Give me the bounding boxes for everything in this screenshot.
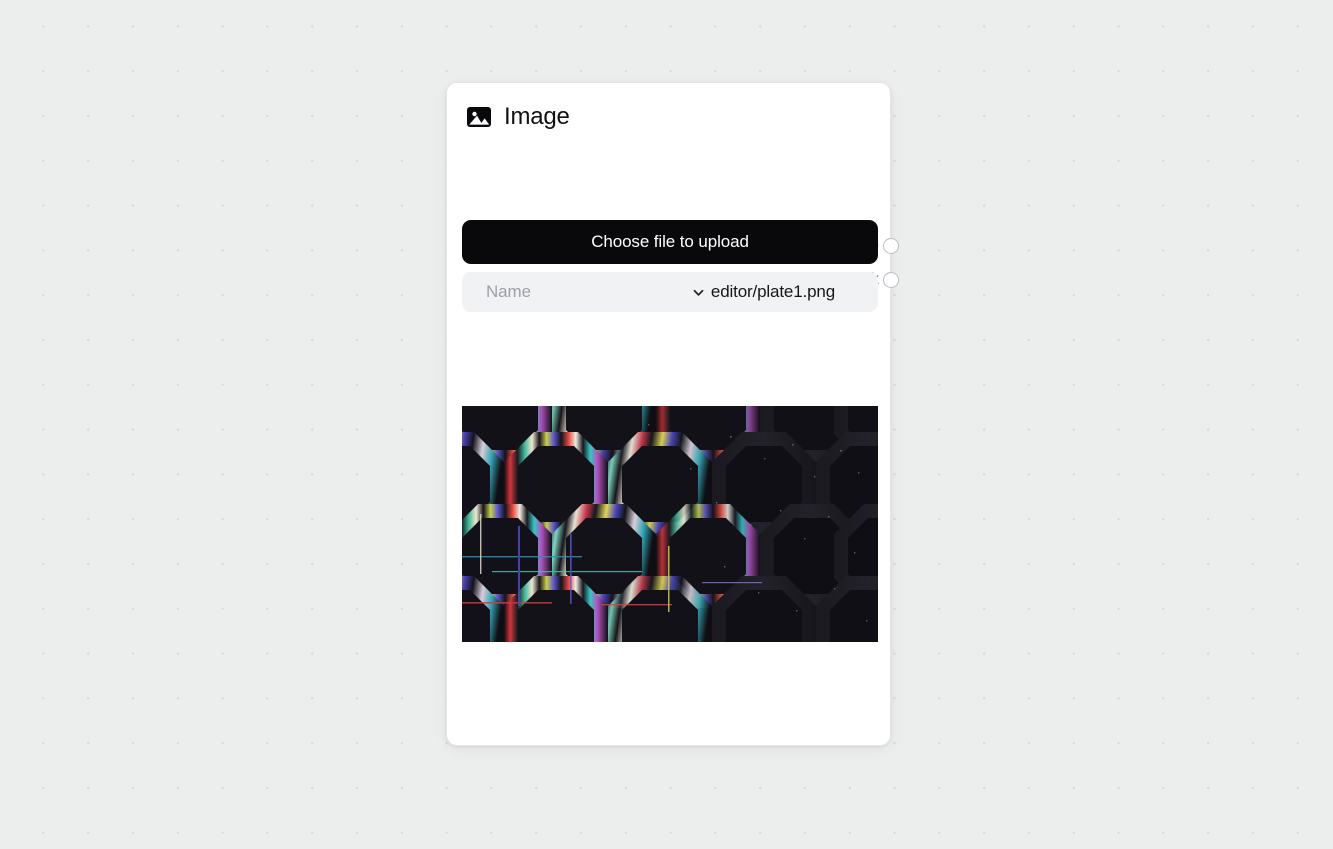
name-field-value[interactable]: editor/plate1.png — [711, 282, 878, 302]
image-preview[interactable] — [462, 406, 878, 642]
chevron-down-icon[interactable] — [692, 286, 705, 299]
output-port-image[interactable] — [883, 238, 899, 254]
page-title: Image — [504, 103, 570, 130]
image-icon — [467, 107, 491, 127]
name-select-field[interactable]: Name editor/plate1.png — [462, 272, 878, 312]
node-header: Image — [447, 83, 890, 133]
output-port-mask[interactable] — [883, 272, 899, 288]
name-field-label: Name — [486, 282, 531, 301]
choose-file-to-upload-button[interactable]: Choose file to upload — [462, 220, 878, 264]
image-node-card[interactable]: Image Image Mask Choose file to upload N… — [446, 82, 899, 746]
image-preview-canvas — [462, 406, 878, 642]
